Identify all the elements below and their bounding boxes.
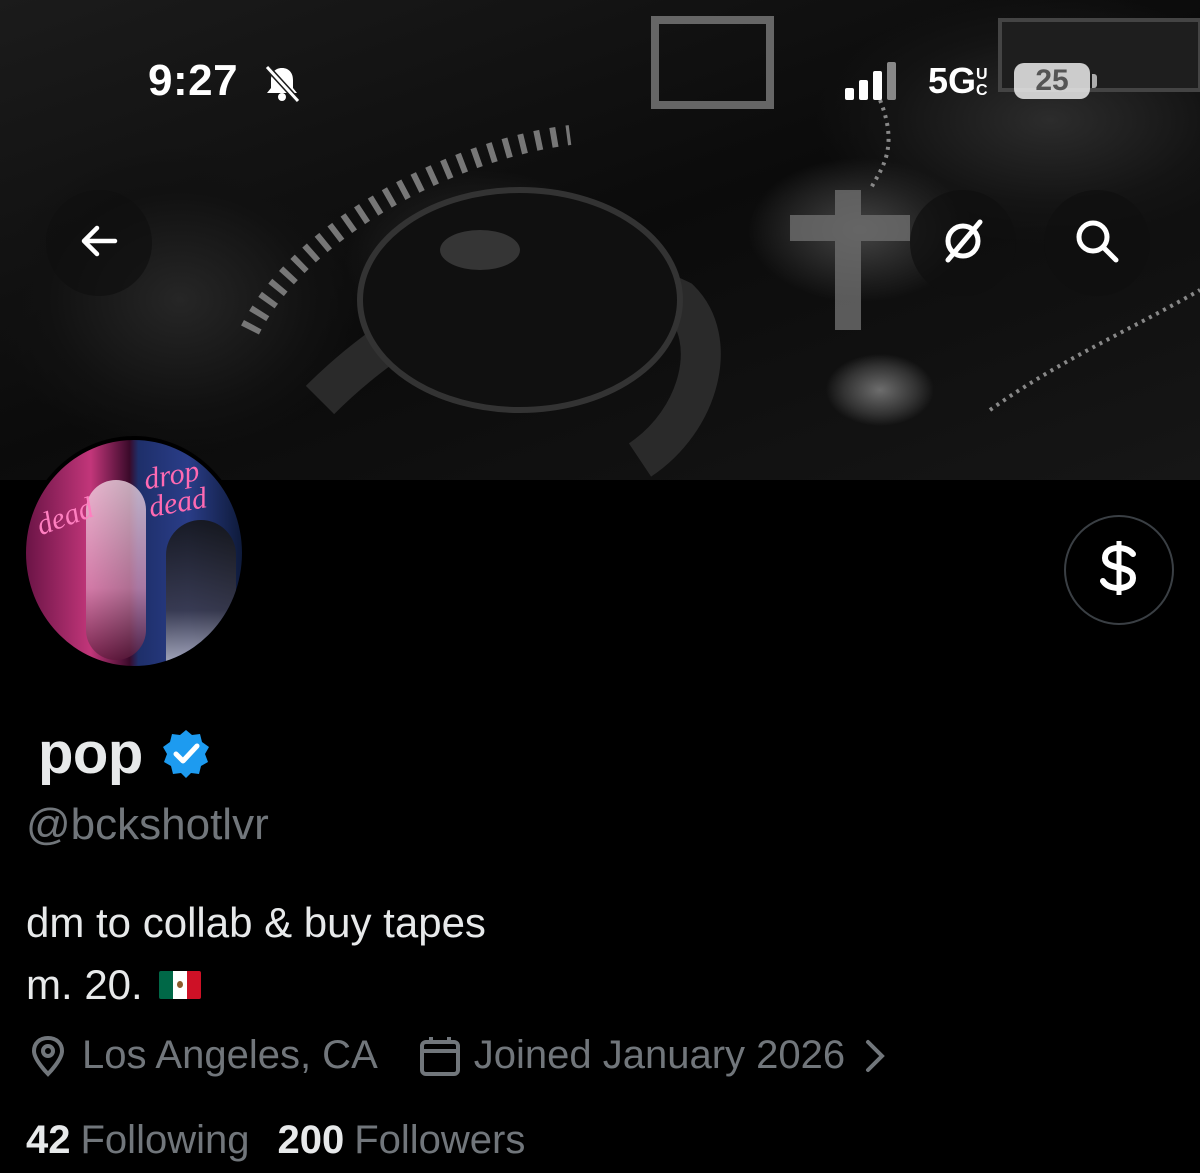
followers-count: 200 — [277, 1118, 345, 1162]
following-link[interactable]: 42 Following — [26, 1118, 249, 1163]
following-label: Following — [80, 1118, 250, 1162]
profile-meta: Los Angeles, CA Joined January 2026 — [26, 1033, 899, 1078]
followers-label: Followers — [354, 1118, 526, 1162]
profile-bio: dm to collab & buy tapes m. 20. — [26, 892, 486, 1016]
display-name: pop — [38, 721, 143, 786]
battery-nub — [1092, 74, 1097, 88]
calendar-icon — [418, 1034, 462, 1078]
profile-name-row: pop — [38, 720, 211, 787]
avatar-figure-right — [166, 520, 236, 666]
bio-line-2: m. 20. — [26, 961, 143, 1008]
dollar-sign-icon — [1095, 540, 1143, 601]
cellular-signal-icon — [845, 62, 903, 105]
arrow-left-icon — [77, 219, 121, 268]
tip-button[interactable] — [1064, 515, 1174, 625]
verified-badge-icon[interactable] — [161, 728, 211, 783]
bell-slash-icon — [262, 64, 302, 109]
back-button[interactable] — [46, 190, 152, 296]
followers-link[interactable]: 200 Followers — [277, 1118, 525, 1163]
grok-icon — [938, 216, 988, 271]
profile-stats: 42 Following 200 Followers — [26, 1118, 525, 1163]
avatar[interactable]: dead drop dead — [22, 436, 246, 670]
profile-handle: @bckshotlvr — [26, 800, 269, 849]
profile-location: Los Angeles, CA — [82, 1033, 378, 1077]
status-bar: 9:27 5GUC 25 — [0, 0, 1200, 120]
chevron-right-icon[interactable] — [863, 1036, 887, 1076]
avatar-text-right: drop dead — [141, 454, 210, 524]
status-time: 9:27 — [148, 56, 239, 105]
search-button[interactable] — [1044, 190, 1150, 296]
bio-line-1: dm to collab & buy tapes — [26, 899, 486, 946]
search-icon — [1072, 216, 1122, 271]
avatar-figure-left — [86, 480, 146, 660]
grok-button[interactable] — [910, 190, 1016, 296]
following-count: 42 — [26, 1118, 71, 1162]
battery-indicator: 25 — [1014, 63, 1090, 99]
profile-joined-date[interactable]: Joined January 2026 — [474, 1033, 845, 1078]
bio-line-2-row: m. 20. — [26, 954, 486, 1016]
location-pin-icon — [26, 1034, 70, 1078]
network-type: 5GUC — [928, 60, 988, 101]
mexico-flag-icon — [158, 971, 201, 999]
